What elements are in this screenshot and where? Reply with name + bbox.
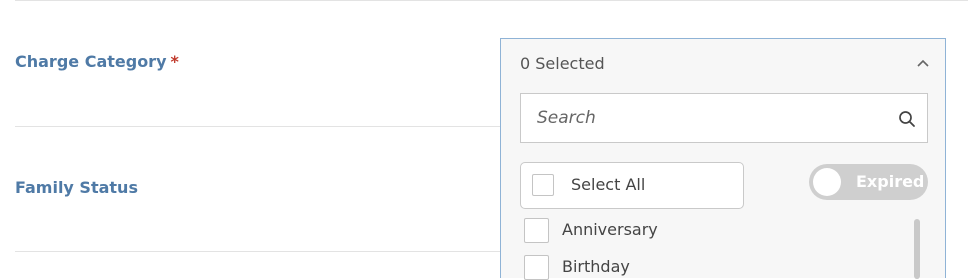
select-all-control[interactable]: Select All (520, 162, 744, 209)
select-all-checkbox[interactable] (532, 174, 554, 196)
options-scrollbar[interactable] (914, 219, 920, 279)
charge-category-label: Charge Category * (15, 52, 179, 71)
expired-toggle-label: Expired (856, 172, 925, 191)
charge-category-dropdown[interactable]: 0 Selected Select All Expired Anniversar… (500, 38, 946, 280)
expired-toggle[interactable]: Expired (809, 164, 928, 200)
search-field[interactable] (520, 93, 928, 143)
select-all-label: Select All (571, 175, 646, 194)
option-label: Birthday (562, 257, 630, 276)
search-input[interactable] (521, 94, 881, 142)
option-checkbox[interactable] (524, 255, 549, 280)
selected-count-text: 0 Selected (520, 54, 605, 73)
option-checkbox[interactable] (524, 218, 549, 243)
option-label: Anniversary (562, 220, 658, 239)
required-asterisk: * (170, 52, 179, 71)
top-divider (15, 0, 968, 1)
family-status-label: Family Status (15, 178, 138, 197)
toggle-knob (813, 168, 841, 196)
chevron-up-icon[interactable] (916, 58, 930, 68)
search-icon[interactable] (898, 110, 916, 128)
option-birthday[interactable]: Birthday (524, 254, 904, 280)
middle-divider (15, 126, 500, 127)
option-anniversary[interactable]: Anniversary (524, 217, 904, 243)
charge-category-label-text: Charge Category (15, 52, 167, 71)
bottom-divider (15, 251, 500, 252)
